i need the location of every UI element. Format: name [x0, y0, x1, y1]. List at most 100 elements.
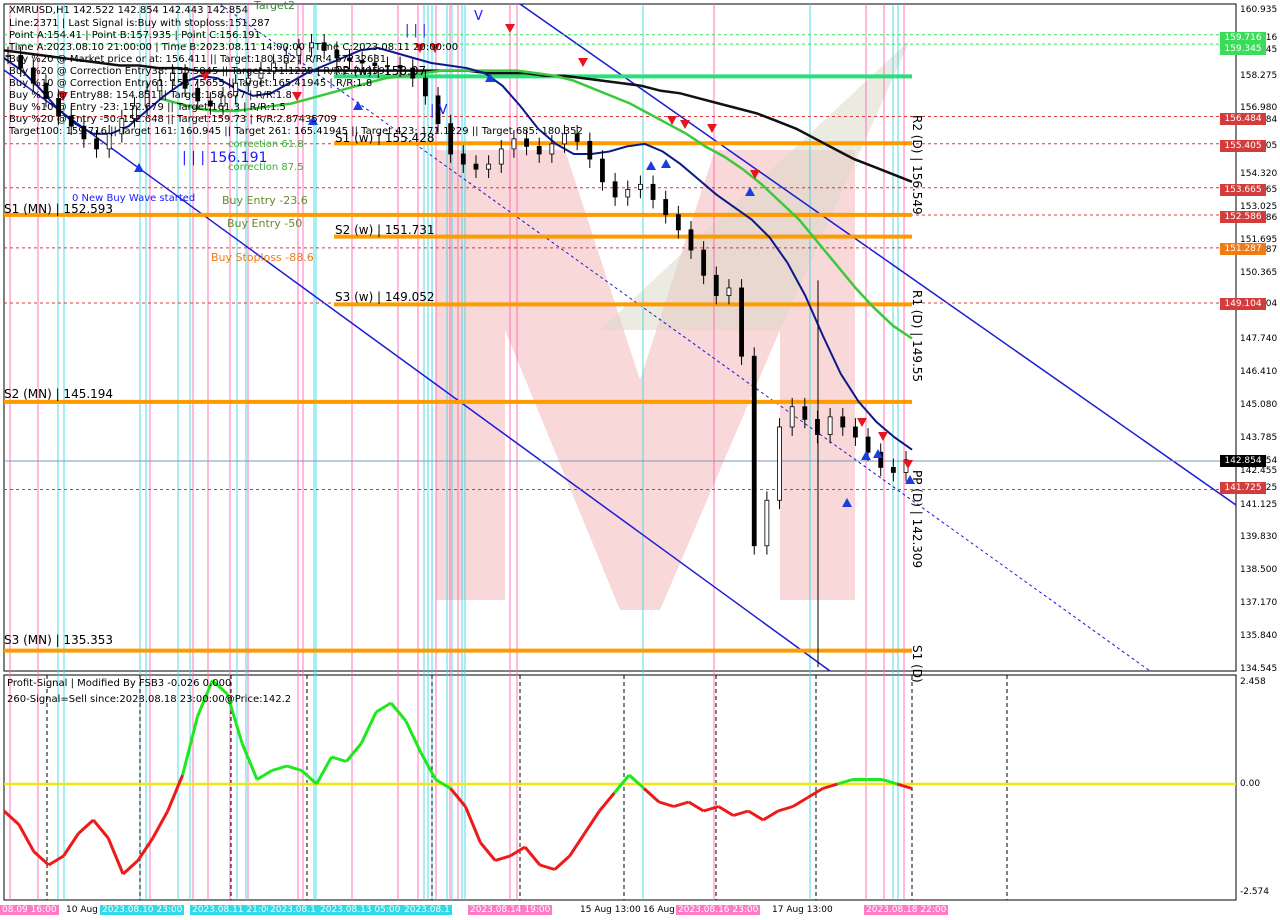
price-tick: 156.980	[1240, 103, 1278, 113]
correction-618-label: correction 61.8	[228, 139, 304, 150]
candle-body	[853, 426, 858, 438]
correction-875-label: correction 87.5	[228, 162, 304, 173]
price-tick: 141.125	[1240, 500, 1278, 510]
candle-body	[524, 138, 529, 147]
price-box: 141.725	[1220, 482, 1266, 494]
buy-correction61-line: Buy %10 @ Correction Entry61: 155.75655 …	[9, 78, 373, 89]
points-line: Point A:154.41 | Point B:157.935 | Point…	[9, 30, 261, 41]
price-box: 142.854	[1220, 455, 1266, 467]
wave-label: V	[474, 9, 483, 24]
price-tick: 147.740	[1240, 334, 1278, 344]
price-chart	[2, 3, 1237, 901]
level-label-s3-w: S3 (w) | 149.052	[335, 290, 435, 304]
candle-body	[663, 199, 669, 216]
candle-body	[764, 499, 770, 547]
time-tick: 10 Aug	[66, 905, 98, 915]
candle-body	[802, 406, 808, 420]
indicator-axis-tick: 0.00	[1240, 779, 1261, 789]
candle-body	[815, 418, 820, 435]
candle-body	[511, 138, 517, 150]
candle-body	[486, 163, 492, 170]
indicator-axis-tick: -2.574	[1240, 887, 1270, 897]
candle-body	[726, 287, 732, 296]
candle-body	[713, 274, 719, 296]
r1-daily-label: R1 (D) | 149.55	[910, 290, 924, 383]
level-label-s1-w: S1 (w) | 155.428	[335, 131, 435, 145]
price-tick: 146.410	[1240, 367, 1278, 377]
candle-body	[789, 406, 795, 428]
s1-daily-label: S1 (D)	[910, 645, 924, 683]
indicator-signal: 260-Signal=Sell since:2023.08.18 23:00:0…	[7, 694, 292, 705]
wave-label: | | |	[405, 23, 427, 38]
candle-body	[827, 416, 833, 435]
candle-body	[422, 77, 428, 97]
indicator-title: Profit-Signal | Modified By FSB3 -0.026 …	[7, 678, 232, 689]
time-tick: 17 Aug 13:00	[772, 905, 833, 915]
candle-body	[890, 467, 896, 473]
level-label-s1-mn: S1 (MN) | 152.593	[4, 202, 114, 216]
candle-body	[600, 158, 605, 183]
candle-body	[865, 436, 871, 453]
time-tick: 2023.08.13 05:00	[318, 905, 403, 915]
time-tick: 15 Aug 13:00	[580, 905, 641, 915]
time-tick: 08.09 16:00	[0, 905, 59, 915]
level-label-pp-w: PP (w) | 158.07	[335, 64, 427, 78]
buy-entry-50-label: Buy Entry -50	[227, 217, 303, 230]
price-box: 155.405	[1220, 140, 1266, 152]
candle-body	[637, 183, 643, 190]
pp-daily-label: PP (D) | 142.309	[910, 470, 924, 569]
time-tick: 2023.08.10 23:00	[100, 905, 185, 915]
target2-label: Target2	[254, 0, 296, 12]
times-line: Time A:2023.08.10 21:00:00 | Time B:2023…	[9, 42, 459, 53]
price-box: 152.586	[1220, 211, 1266, 223]
price-tick: 135.840	[1240, 631, 1278, 641]
price-tick: 150.365	[1240, 268, 1278, 278]
buy-entry23-line: Buy %10 @ Entry -23: 152.679 || Target:1…	[9, 102, 286, 113]
price-tick: 158.275	[1240, 71, 1278, 81]
time-tick: 2023.08.11 21:00	[190, 905, 275, 915]
buy-stoploss-label: Buy Stoploss -88.6	[211, 251, 314, 264]
time-tick: 2023.08.14 19:00	[468, 905, 553, 915]
candle-body	[650, 183, 656, 200]
candle-body	[460, 153, 466, 165]
buy-entry-236-label: Buy Entry -23.6	[222, 194, 308, 207]
price-tick: 138.500	[1240, 565, 1278, 575]
time-tick: 2023.08.1	[402, 905, 452, 915]
price-box: 159.345	[1220, 43, 1266, 55]
candle-body	[777, 426, 782, 501]
candle-body	[498, 148, 504, 165]
level-label-s2-mn: S2 (MN) | 145.194	[4, 387, 114, 401]
r2-daily-label: R2 (D) | 156.549	[910, 115, 924, 215]
candle-body	[675, 214, 681, 231]
candle-body	[625, 188, 631, 198]
price-tick: 134.545	[1240, 664, 1278, 674]
buy-correction38-line: Buy %20 @ Correction Entry38: 155.5845 |…	[9, 66, 385, 77]
price-tick: 137.170	[1240, 598, 1278, 608]
time-tick: 2023.08.1	[268, 905, 318, 915]
candle-body	[739, 287, 744, 357]
price-tick: 139.830	[1240, 532, 1278, 542]
candle-body	[612, 181, 618, 198]
candle-body	[549, 143, 555, 155]
price-tick: 143.785	[1240, 433, 1278, 443]
time-tick: 16 Aug	[643, 905, 675, 915]
price-box: 149.104	[1220, 298, 1266, 310]
buy-entry88-line: Buy %10 @ Entry88: 154.851 || Target:158…	[9, 90, 292, 101]
price-tick: 142.455	[1240, 466, 1278, 476]
time-tick: 2023.08.16 23:00	[676, 905, 761, 915]
price-box: 151.287	[1220, 243, 1266, 255]
candle-body	[473, 163, 479, 170]
candle-body	[536, 146, 542, 155]
candle-body	[94, 138, 99, 150]
buy-market-line: Buy %20 @ Market price or at: 156.411 ||…	[9, 54, 387, 65]
level-label-s3-mn: S3 (MN) | 135.353	[4, 633, 114, 647]
time-tick: 2023.08.18 22:00	[864, 905, 949, 915]
price-box: 153.665	[1220, 184, 1266, 196]
wave-label: | V	[430, 103, 448, 118]
candle-body	[840, 416, 846, 428]
symbol-line: XMRUSD,H1 142.522 142.854 142.443 142.85…	[9, 5, 248, 16]
indicator-axis-tick: 2.458	[1240, 677, 1266, 687]
level-label-s2-w: S2 (w) | 151.731	[335, 223, 435, 237]
signal-info-line: Line:2371 | Last Signal is:Buy with stop…	[9, 18, 270, 29]
candle-body	[688, 229, 694, 251]
